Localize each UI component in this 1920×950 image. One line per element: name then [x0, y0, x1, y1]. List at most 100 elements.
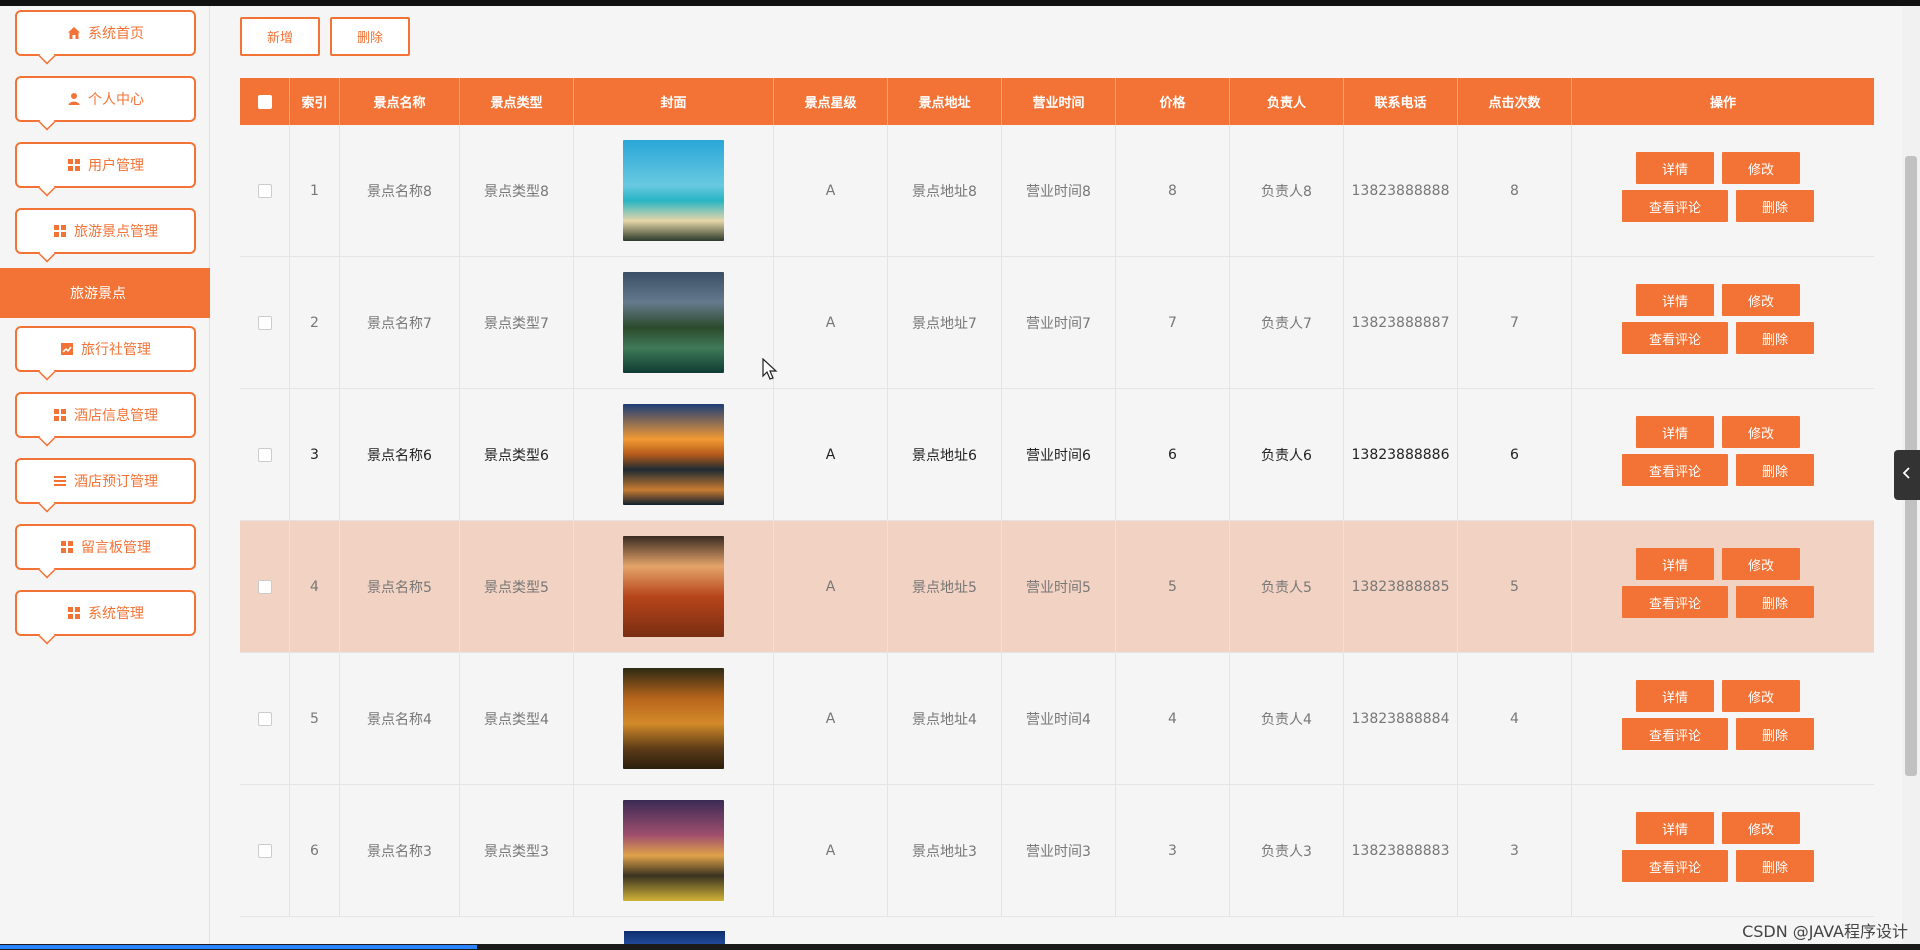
sidebar-item-label: 旅行社管理	[81, 342, 151, 358]
sidebar-item-hotel-info[interactable]: 酒店信息管理	[15, 392, 196, 438]
cell-name: 景点名称6	[340, 389, 460, 520]
header-address: 景点地址	[888, 78, 1002, 125]
cell-name: 景点名称5	[340, 521, 460, 652]
edit-button[interactable]: 修改	[1722, 812, 1800, 844]
cell-clicks: 6	[1458, 389, 1572, 520]
cell-owner: 负责人8	[1230, 125, 1344, 256]
cover-cell	[574, 389, 774, 520]
cell-type: 景点类型4	[460, 653, 574, 784]
cell-name: 景点名称4	[340, 653, 460, 784]
table-row[interactable]: 2 景点名称7 景点类型7 A 景点地址7 营业时间7 7 负责人7 13823888887 7 详…	[240, 257, 1874, 389]
view-comments-button[interactable]: 查看评论	[1622, 322, 1728, 354]
list-icon	[53, 474, 67, 488]
sidebar-item-label: 系统首页	[88, 26, 144, 42]
view-comments-button[interactable]: 查看评论	[1622, 586, 1728, 618]
app-window: 系统首页 个人中心 用户管理 旅游景点管理 旅游景点 旅行社管理 酒店信息管理 …	[0, 0, 1920, 950]
grid-icon	[53, 408, 67, 422]
table-header: 索引 景点名称 景点类型 封面 景点星级 景点地址 营业时间 价格 负责人 联系…	[240, 78, 1874, 125]
delete-button[interactable]: 删除	[1736, 586, 1814, 618]
row-checkbox[interactable]	[257, 183, 272, 198]
detail-button[interactable]: 详情	[1636, 284, 1714, 316]
view-comments-button[interactable]: 查看评论	[1622, 718, 1728, 750]
table-row[interactable]: 4 景点名称5 景点类型5 A 景点地址5 营业时间5 5 负责人5 13823888885 5 详…	[240, 521, 1874, 653]
cell-name: 景点名称7	[340, 257, 460, 388]
cell-level: A	[774, 653, 888, 784]
detail-button[interactable]: 详情	[1636, 548, 1714, 580]
cell-clicks: 5	[1458, 521, 1572, 652]
cell-clicks: 8	[1458, 125, 1572, 256]
cell-price: 7	[1116, 257, 1230, 388]
sidebar-item-home[interactable]: 系统首页	[15, 10, 196, 56]
row-checkbox[interactable]	[257, 579, 272, 594]
row-select-cell	[240, 653, 290, 784]
add-button[interactable]: 新增	[240, 17, 320, 56]
sidebar-item-user-management[interactable]: 用户管理	[15, 142, 196, 188]
home-icon	[67, 26, 81, 40]
cell-owner: 负责人3	[1230, 785, 1344, 916]
edit-button[interactable]: 修改	[1722, 548, 1800, 580]
row-select-cell	[240, 785, 290, 916]
table-row[interactable]: 1 景点名称8 景点类型8 A 景点地址8 营业时间8 8 负责人8 13823888888 8 详…	[240, 125, 1874, 257]
sidebar-item-label: 旅游景点管理	[74, 224, 158, 240]
view-comments-button[interactable]: 查看评论	[1622, 454, 1728, 486]
row-checkbox[interactable]	[257, 843, 272, 858]
delete-button[interactable]: 删除	[1736, 850, 1814, 882]
cell-hours: 营业时间6	[1002, 389, 1116, 520]
edit-button[interactable]: 修改	[1722, 680, 1800, 712]
row-select-cell	[240, 521, 290, 652]
row-checkbox[interactable]	[257, 315, 272, 330]
top-edge	[0, 0, 1920, 6]
table-row[interactable]: 5 景点名称4 景点类型4 A 景点地址4 营业时间4 4 负责人4 13823888884 4 详…	[240, 653, 1874, 785]
delete-button[interactable]: 删除	[1736, 454, 1814, 486]
delete-button[interactable]: 删除	[1736, 718, 1814, 750]
sidebar-item-travel-agency[interactable]: 旅行社管理	[15, 326, 196, 372]
view-comments-button[interactable]: 查看评论	[1622, 190, 1728, 222]
collapse-panel-tab[interactable]	[1894, 450, 1920, 500]
cell-clicks: 4	[1458, 653, 1572, 784]
mouse-cursor-icon	[762, 357, 778, 382]
view-comments-button[interactable]: 查看评论	[1622, 850, 1728, 882]
cell-clicks: 7	[1458, 257, 1572, 388]
detail-button[interactable]: 详情	[1636, 416, 1714, 448]
sidebar-item-hotel-booking[interactable]: 酒店预订管理	[15, 458, 196, 504]
row-checkbox[interactable]	[257, 447, 272, 462]
edit-button[interactable]: 修改	[1722, 152, 1800, 184]
header-select-all[interactable]	[240, 78, 290, 125]
cell-owner: 负责人4	[1230, 653, 1344, 784]
cell-phone: 13823888887	[1344, 257, 1458, 388]
sidebar-item-label: 留言板管理	[81, 540, 151, 556]
cell-type: 景点类型7	[460, 257, 574, 388]
cell-price: 8	[1116, 125, 1230, 256]
sidebar-item-message-board[interactable]: 留言板管理	[15, 524, 196, 570]
header-type: 景点类型	[460, 78, 574, 125]
row-checkbox[interactable]	[257, 711, 272, 726]
cell-address: 景点地址3	[888, 785, 1002, 916]
bulk-delete-button[interactable]: 删除	[330, 17, 410, 56]
grid-icon	[53, 224, 67, 238]
delete-button[interactable]: 删除	[1736, 322, 1814, 354]
select-all-checkbox[interactable]	[257, 94, 272, 109]
actions-cell: 详情 修改查看评论 删除	[1572, 521, 1874, 652]
delete-button[interactable]: 删除	[1736, 190, 1814, 222]
sidebar-item-label: 用户管理	[88, 158, 144, 174]
cell-type: 景点类型6	[460, 389, 574, 520]
sidebar-item-system-management[interactable]: 系统管理	[15, 590, 196, 636]
detail-button[interactable]: 详情	[1636, 812, 1714, 844]
detail-button[interactable]: 详情	[1636, 152, 1714, 184]
cell-hours: 营业时间4	[1002, 653, 1116, 784]
cell-phone: 13823888884	[1344, 653, 1458, 784]
table-row[interactable]: 3 景点名称6 景点类型6 A 景点地址6 营业时间6 6 负责人6 13823888886 6 详…	[240, 389, 1874, 521]
table-row[interactable]: 6 景点名称3 景点类型3 A 景点地址3 营业时间3 3 负责人3 13823888883 3 详…	[240, 785, 1874, 917]
edit-button[interactable]: 修改	[1722, 284, 1800, 316]
submenu-item-scenic-spots[interactable]: 旅游景点	[0, 268, 210, 318]
cell-type: 景点类型5	[460, 521, 574, 652]
row-select-cell	[240, 389, 290, 520]
actions-cell: 详情 修改查看评论 删除	[1572, 653, 1874, 784]
sidebar-item-personal-center[interactable]: 个人中心	[15, 76, 196, 122]
edit-button[interactable]: 修改	[1722, 416, 1800, 448]
sidebar-item-scenic-management[interactable]: 旅游景点管理	[15, 208, 196, 254]
cover-cell	[574, 125, 774, 256]
detail-button[interactable]: 详情	[1636, 680, 1714, 712]
cover-image	[623, 140, 724, 241]
data-table: 索引 景点名称 景点类型 封面 景点星级 景点地址 营业时间 价格 负责人 联系…	[240, 78, 1874, 950]
